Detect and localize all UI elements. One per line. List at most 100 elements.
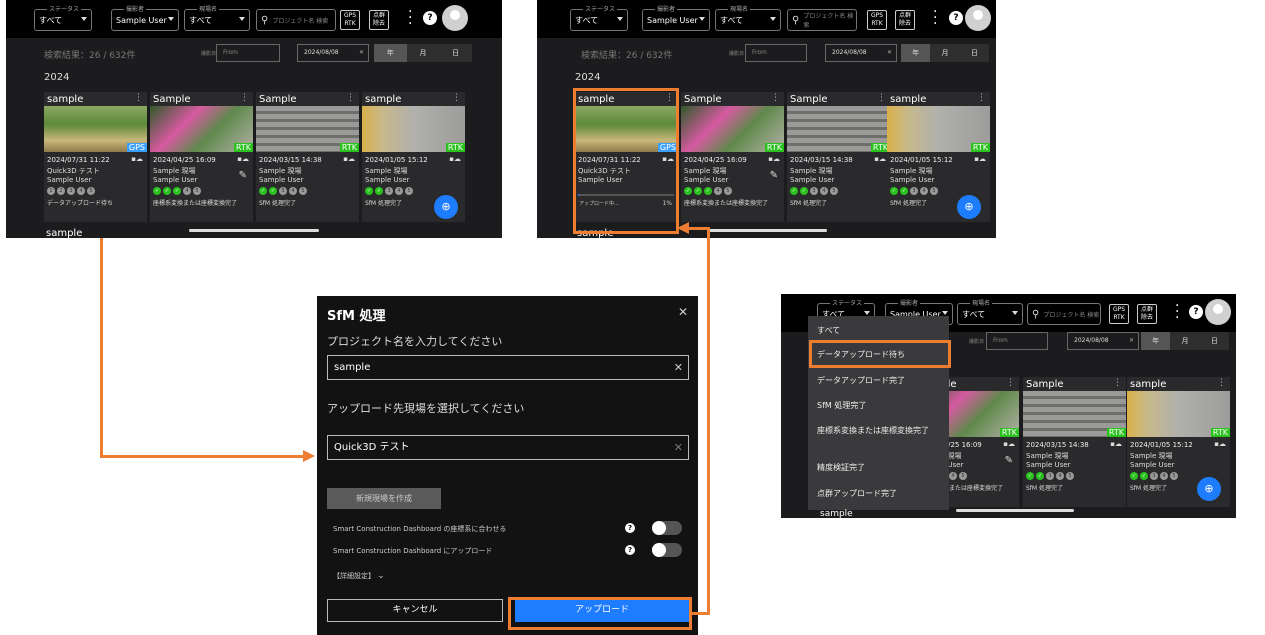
card-menu-icon[interactable]: ⋮ — [1217, 378, 1226, 388]
avatar[interactable] — [965, 5, 991, 31]
photographer-filter[interactable]: 撮影者 Sample User — [111, 4, 179, 31]
photo-card[interactable]: Sample ⋮ RTK 2024/03/15 14:38 ▪☁ Sample 現場… — [1023, 377, 1126, 507]
card-menu-icon[interactable]: ⋮ — [346, 93, 355, 103]
card-menu-icon[interactable]: ⋮ — [977, 93, 986, 103]
edit-icon: ✎ — [1004, 455, 1013, 466]
status-option-upload-complete[interactable]: データアップロード完了 — [817, 375, 945, 386]
avatar[interactable] — [1205, 299, 1231, 325]
site-filter[interactable]: 現場名 すべて — [957, 298, 1023, 325]
camera-button[interactable]: ⊕ — [434, 195, 458, 219]
card-menu-icon[interactable]: ⋮ — [877, 93, 886, 103]
point-removal-button[interactable]: 点群 除去 — [895, 10, 915, 30]
step-indicators: ✓ ✓ 3 4 5 — [890, 187, 938, 195]
folder-cloud-icon: ▪☁ — [874, 155, 886, 163]
clear-icon[interactable]: ✕ — [674, 356, 683, 379]
photo-card[interactable]: sample ⋮ GPS 2024/07/31 11:22 ▪☁ Quick3D テ… — [44, 92, 147, 222]
seg-month[interactable]: 月 — [930, 44, 959, 62]
date-from-input[interactable]: From — [216, 44, 280, 62]
status-option-sfm-complete[interactable]: SfM 処理完了 — [817, 400, 945, 411]
chevron-down-icon — [1012, 311, 1018, 315]
seg-year[interactable]: 年 — [1141, 332, 1171, 350]
seg-year[interactable]: 年 — [374, 44, 407, 62]
card-menu-icon[interactable]: ⋮ — [771, 93, 780, 103]
help-icon[interactable]: ? — [625, 545, 635, 555]
clear-icon[interactable]: ✕ — [674, 436, 683, 459]
period-segment: 年 月 日 — [1141, 332, 1229, 350]
result-count: 検索結果：26 / 632件 — [581, 51, 673, 61]
status-filter[interactable]: ステータス すべて — [570, 4, 628, 31]
folder-cloud-icon: ▪☁ — [1003, 440, 1015, 448]
photo-card[interactable]: Sample ⋮ RTK 2024/03/15 14:38 ▪☁ Sample 現場… — [256, 92, 359, 222]
point-removal-button[interactable]: 点群 除去 — [1137, 304, 1157, 324]
point-removal-button[interactable]: 点群 除去 — [369, 10, 389, 30]
chevron-down-icon — [617, 17, 623, 21]
site-filter[interactable]: 現場名 すべて — [184, 4, 250, 31]
gps-rtk-button[interactable]: GPS RTK — [340, 10, 360, 30]
status-option-all[interactable]: すべて — [817, 325, 945, 336]
card-menu-icon[interactable]: ⋮ — [134, 93, 143, 103]
connector-line — [100, 238, 103, 458]
site-filter[interactable]: 現場名 すべて — [715, 4, 781, 31]
edit-icon: ✎ — [238, 170, 247, 181]
next-card-title: sample — [820, 509, 853, 519]
camera-button[interactable]: ⊕ — [1197, 477, 1221, 501]
photographer-filter[interactable]: 撮影者 Sample User — [642, 4, 710, 31]
date-to-input[interactable]: 2024/08/08 ✕ — [825, 44, 897, 62]
close-icon[interactable]: ✕ — [678, 305, 688, 319]
coordinate-toggle[interactable] — [652, 521, 682, 535]
status-option-accuracy-complete[interactable]: 精度検証完了 — [817, 462, 945, 473]
help-icon[interactable]: ? — [949, 11, 963, 25]
avatar[interactable] — [442, 5, 468, 31]
seg-day[interactable]: 日 — [439, 44, 472, 62]
search-input[interactable]: ⚲ プロジェクト名 検索 — [787, 9, 857, 31]
seg-day[interactable]: 日 — [960, 44, 989, 62]
gps-rtk-button[interactable]: GPS RTK — [867, 10, 887, 30]
project-name-input[interactable]: sample ✕ — [327, 355, 689, 380]
camera-button[interactable]: ⊕ — [957, 195, 981, 219]
help-icon[interactable]: ? — [625, 523, 635, 533]
clear-icon[interactable]: ✕ — [359, 45, 364, 61]
card-menu-icon[interactable]: ⋮ — [452, 93, 461, 103]
highlight-uploading-card — [573, 88, 679, 234]
status-filter[interactable]: ステータス すべて — [34, 4, 92, 31]
date-to-input[interactable]: 2024/08/08 ✕ — [1067, 332, 1139, 350]
photo-card[interactable]: Sample⋮ RTK 2024/04/25 16:09▪☁ Sample 現場… — [150, 92, 253, 222]
card-menu-icon[interactable]: ⋮ — [1113, 378, 1122, 388]
arrow-head-left — [677, 222, 689, 234]
advanced-settings-toggle[interactable]: 【詳細設定】 ⌄ — [333, 571, 385, 581]
date-from-input[interactable]: From — [745, 44, 807, 62]
help-icon[interactable]: ? — [1189, 305, 1203, 319]
gps-rtk-button[interactable]: GPS RTK — [1109, 304, 1129, 324]
status-option-pointcloud-complete[interactable]: 点群アップロード完了 — [817, 488, 945, 499]
help-icon[interactable]: ? — [423, 11, 437, 25]
search-input[interactable]: ⚲ プロジェクト名 検索 — [256, 9, 336, 31]
photo-card[interactable]: Sample⋮ RTK 2024/04/25 16:09▪☁ Sample 現場… — [681, 92, 784, 222]
date-to-input[interactable]: 2024/08/08 ✕ — [297, 44, 369, 62]
new-site-button[interactable]: 新規現場を作成 — [327, 488, 441, 509]
clear-icon[interactable]: ✕ — [887, 45, 892, 61]
search-input[interactable]: ⚲ プロジェクト名 検索 — [1027, 303, 1101, 325]
date-from-input[interactable]: From — [986, 332, 1048, 350]
step-indicators: ✓✓✓45 — [684, 187, 732, 195]
more-menu-icon[interactable]: · · · — [408, 5, 412, 31]
site-select[interactable]: Quick3D テスト ✕ — [327, 435, 689, 460]
search-icon: ⚲ — [261, 14, 269, 26]
photo-card[interactable]: Sample ⋮ RTK 2024/03/15 14:38 ▪☁ Sample 現場… — [787, 92, 890, 222]
card-menu-icon[interactable]: ⋮ — [1006, 378, 1015, 388]
status-option-coordinate-complete[interactable]: 座標系変換または座標変換完了 — [817, 425, 945, 436]
seg-day[interactable]: 日 — [1200, 332, 1229, 350]
dashboard-upload-toggle[interactable] — [652, 543, 682, 557]
more-menu-icon[interactable]: · · · — [933, 5, 937, 31]
seg-month[interactable]: 月 — [1170, 332, 1199, 350]
clear-icon[interactable]: ✕ — [1129, 333, 1134, 349]
card-menu-icon[interactable]: ⋮ — [240, 93, 249, 103]
more-menu-icon[interactable]: · · · — [1175, 299, 1179, 325]
chevron-down-icon — [168, 17, 174, 21]
seg-month[interactable]: 月 — [407, 44, 440, 62]
chevron-down-icon — [239, 17, 245, 21]
step-indicators: ✓ ✓ 3 4 5 — [259, 187, 307, 195]
cancel-button[interactable]: キャンセル — [327, 599, 503, 622]
seg-year[interactable]: 年 — [901, 44, 931, 62]
thumbnail: RTK — [787, 106, 890, 152]
home-indicator — [956, 509, 1074, 512]
